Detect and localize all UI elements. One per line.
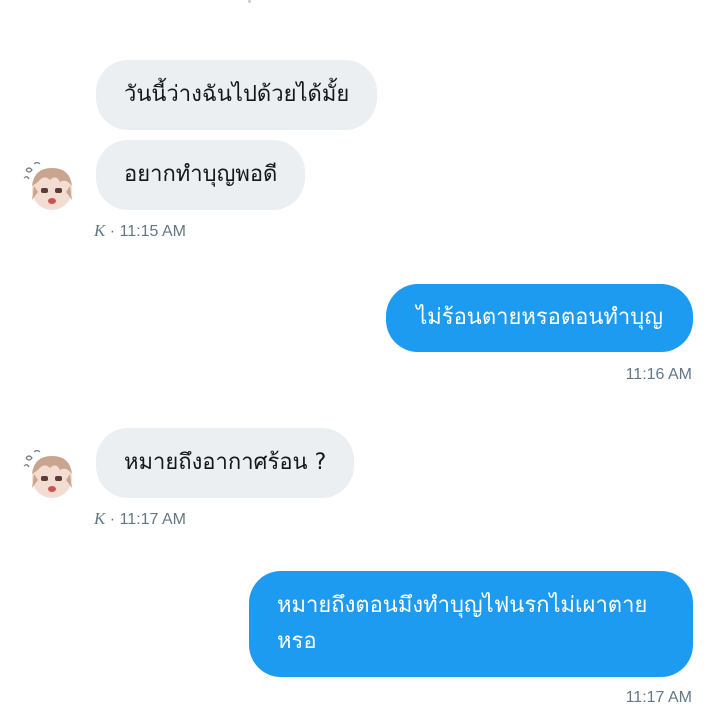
message-meta: K · 11:15 AM: [94, 221, 186, 241]
meta-separator: ·: [109, 223, 116, 240]
message-text: อยากทำบุญพอดี: [124, 162, 278, 187]
message-bubble-outgoing[interactable]: หมายถึงตอนมึงทำบุญไฟนรกไม่เผาตาย หรอ: [249, 571, 693, 677]
chat-thread: วันนี้ว่างฉันไปด้วยได้มั้ย อยากทำบุญพอดี…: [0, 0, 720, 720]
message-bubble-outgoing[interactable]: ไม่ร้อนตายหรอตอนทำบุญ: [386, 284, 693, 352]
message-time: 11:15 AM: [119, 223, 186, 240]
message-time: 11:16 AM: [625, 366, 692, 383]
message-text: วันนี้ว่างฉันไปด้วยได้มั้ย: [124, 82, 350, 107]
message-text: หมายถึงอากาศร้อน ?: [124, 450, 327, 475]
message-meta: 11:17 AM: [626, 689, 692, 707]
message-text-line: หมายถึงตอนมึงทำบุญไฟนรกไม่เผาตาย: [277, 593, 648, 618]
message-time: 11:17 AM: [625, 689, 692, 706]
message-time: 11:17 AM: [119, 511, 186, 528]
message-text-line: หรอ: [277, 629, 317, 654]
message-bubble-incoming[interactable]: อยากทำบุญพอดี: [96, 140, 306, 210]
message-bubble-incoming[interactable]: วันนี้ว่างฉันไปด้วยได้มั้ย: [96, 60, 378, 130]
top-divider-dot: [248, 0, 251, 3]
message-meta: 11:16 AM: [626, 366, 692, 384]
sender-initial: K: [94, 509, 106, 528]
avatar-icon[interactable]: [22, 160, 74, 212]
meta-separator: ·: [109, 511, 116, 528]
sender-initial: K: [94, 221, 106, 240]
message-text: ไม่ร้อนตายหรอตอนทำบุญ: [416, 305, 663, 330]
message-meta: K · 11:17 AM: [94, 509, 186, 529]
avatar-icon[interactable]: [22, 448, 74, 500]
message-bubble-incoming[interactable]: หมายถึงอากาศร้อน ?: [96, 428, 355, 498]
